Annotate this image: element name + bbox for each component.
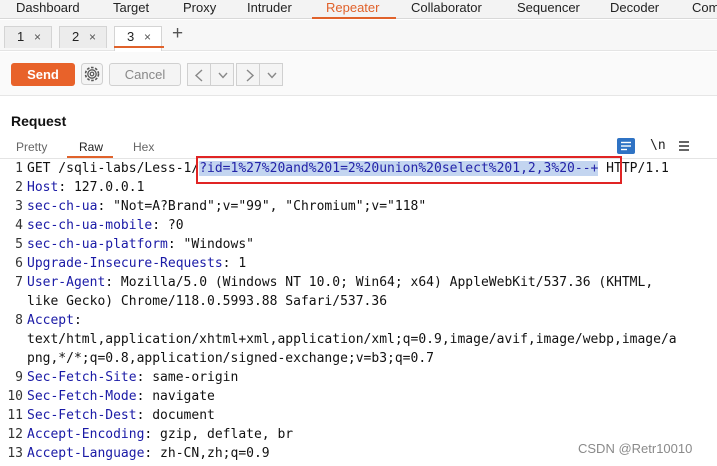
request-line[interactable]: sec-ch-ua-platform: "Windows": [27, 237, 254, 252]
request-line[interactable]: text/html,application/xhtml+xml,applicat…: [27, 332, 677, 347]
header-name: sec-ch-ua-platform: [27, 237, 168, 252]
repeater-tab-label: 1: [17, 29, 25, 44]
request-text: : 127.0.0.1: [58, 180, 145, 195]
view-tab-hex[interactable]: Hex: [133, 140, 154, 154]
tab-comparer[interactable]: Com: [692, 0, 717, 19]
request-text: : document: [136, 408, 215, 423]
tab-sequencer[interactable]: Sequencer: [517, 0, 580, 19]
tab-dashboard[interactable]: Dashboard: [16, 0, 80, 19]
close-icon[interactable]: ×: [89, 27, 96, 47]
request-text: png,*/*;q=0.8,application/signed-exchang…: [27, 351, 434, 366]
line-number: 10: [7, 389, 23, 404]
request-line[interactable]: Sec-Fetch-Dest: document: [27, 408, 215, 423]
header-name: sec-ch-ua: [27, 199, 98, 214]
chevron-left-icon: [194, 69, 203, 82]
line-number: 8: [15, 313, 23, 328]
header-name: User-Agent: [27, 275, 106, 290]
view-tab-raw[interactable]: Raw: [79, 140, 103, 154]
send-button[interactable]: Send: [11, 63, 75, 86]
line-number: 6: [15, 256, 23, 271]
header-name: Accept-Language: [27, 446, 145, 461]
line-number: 12: [7, 427, 23, 442]
request-line[interactable]: Sec-Fetch-Mode: navigate: [27, 389, 215, 404]
line-number: 13: [7, 446, 23, 461]
add-tab-icon[interactable]: +: [172, 23, 183, 45]
next-request-button[interactable]: [236, 63, 260, 86]
previous-history-dropdown[interactable]: [210, 63, 234, 86]
request-line[interactable]: sec-ch-ua-mobile: ?0: [27, 218, 184, 233]
repeater-tab-label: 2: [72, 29, 80, 44]
line-number: 11: [7, 408, 23, 423]
request-line[interactable]: png,*/*;q=0.8,application/signed-exchang…: [27, 351, 434, 366]
active-tab-indicator: [312, 17, 396, 19]
request-panel-title: Request: [11, 113, 67, 129]
request-text: : ?0: [152, 218, 184, 233]
tool-tab-bar: Dashboard Target Proxy Intruder Repeater…: [0, 0, 717, 19]
gear-icon[interactable]: [81, 63, 103, 85]
request-line[interactable]: Accept:: [27, 313, 82, 328]
line-number: 4: [15, 218, 23, 233]
highlight-annotation-box: [196, 156, 622, 184]
line-number: 7: [15, 275, 23, 290]
request-text: GET /sqli-labs/Less-1/: [27, 161, 200, 176]
request-toolbar: Send Cancel: [0, 52, 717, 96]
request-editor[interactable]: 1 GET /sqli-labs/Less-1/?id=1%27%20and%20…: [0, 160, 717, 466]
close-icon[interactable]: ×: [144, 27, 151, 47]
request-line[interactable]: sec-ch-ua: "Not=A?Brand";v="99", "Chromi…: [27, 199, 426, 214]
request-line[interactable]: Upgrade-Insecure-Requests: 1: [27, 256, 246, 271]
tab-proxy[interactable]: Proxy: [183, 0, 216, 19]
next-history-dropdown[interactable]: [259, 63, 283, 86]
request-line[interactable]: like Gecko) Chrome/118.0.5993.88 Safari/…: [27, 294, 387, 309]
menu-icon[interactable]: [678, 139, 690, 151]
header-name: Accept-Encoding: [27, 427, 145, 442]
repeater-tab-label: 3: [127, 29, 135, 44]
request-text: : navigate: [136, 389, 215, 404]
header-name: sec-ch-ua-mobile: [27, 218, 153, 233]
tab-decoder[interactable]: Decoder: [610, 0, 659, 19]
chevron-down-icon: [267, 72, 277, 79]
chevron-down-icon: [218, 72, 228, 79]
line-number: 2: [15, 180, 23, 195]
request-line[interactable]: Accept-Encoding: gzip, deflate, br: [27, 427, 293, 442]
line-number: 9: [15, 370, 23, 385]
line-number: 1: [15, 161, 23, 176]
header-name: Sec-Fetch-Mode: [27, 389, 137, 404]
tab-target[interactable]: Target: [113, 0, 149, 19]
request-line[interactable]: Sec-Fetch-Site: same-origin: [27, 370, 238, 385]
header-name: Accept: [27, 313, 74, 328]
line-number: 5: [15, 237, 23, 252]
request-line[interactable]: Accept-Language: zh-CN,zh;q=0.9: [27, 446, 270, 461]
header-name: Sec-Fetch-Site: [27, 370, 137, 385]
line-number: 3: [15, 199, 23, 214]
tab-collaborator[interactable]: Collaborator: [411, 0, 482, 19]
close-icon[interactable]: ×: [34, 27, 41, 47]
repeater-tab-1[interactable]: 1 ×: [4, 26, 52, 48]
request-text: : "Windows": [167, 237, 254, 252]
previous-request-button[interactable]: [187, 63, 211, 86]
tab-intruder[interactable]: Intruder: [247, 0, 292, 19]
header-name: Sec-Fetch-Dest: [27, 408, 137, 423]
request-text: text/html,application/xhtml+xml,applicat…: [27, 332, 677, 347]
pretty-print-toggle-icon[interactable]: [617, 138, 635, 154]
request-text: : "Not=A?Brand";v="99", "Chromium";v="11…: [97, 199, 427, 214]
repeater-tab-bar: 1 × 2 × 3 × +: [0, 20, 717, 51]
request-text: like Gecko) Chrome/118.0.5993.88 Safari/…: [27, 294, 388, 309]
request-text: : 1: [222, 256, 247, 271]
repeater-tab-2[interactable]: 2 ×: [59, 26, 107, 48]
request-line[interactable]: User-Agent: Mozilla/5.0 (Windows NT 10.0…: [27, 275, 653, 290]
request-text: :: [73, 313, 82, 328]
header-name: Upgrade-Insecure-Requests: [27, 256, 223, 271]
request-text: : gzip, deflate, br: [144, 427, 294, 442]
request-text: : same-origin: [136, 370, 239, 385]
request-text: : zh-CN,zh;q=0.9: [144, 446, 270, 461]
active-subtab-indicator: [114, 46, 164, 48]
watermark: CSDN @Retr10010: [578, 441, 693, 456]
header-name: Host: [27, 180, 59, 195]
show-newlines-toggle[interactable]: \n: [650, 138, 666, 153]
view-tab-pretty[interactable]: Pretty: [16, 140, 47, 154]
request-line[interactable]: Host: 127.0.0.1: [27, 180, 144, 195]
cancel-button[interactable]: Cancel: [109, 63, 181, 86]
chevron-right-icon: [246, 69, 255, 82]
request-text: : Mozilla/5.0 (Windows NT 10.0; Win64; x…: [105, 275, 654, 290]
